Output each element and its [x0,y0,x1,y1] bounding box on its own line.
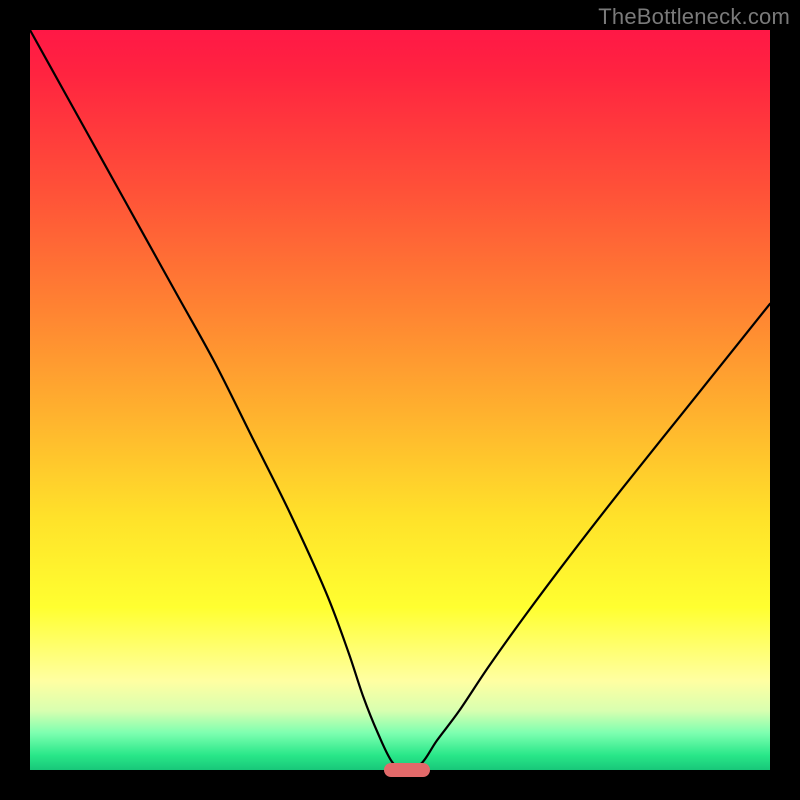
optimal-marker [384,763,430,777]
chart-frame: TheBottleneck.com [0,0,800,800]
watermark-text: TheBottleneck.com [598,4,790,30]
curve-path [30,30,770,770]
plot-area [30,30,770,770]
bottleneck-curve [30,30,770,770]
